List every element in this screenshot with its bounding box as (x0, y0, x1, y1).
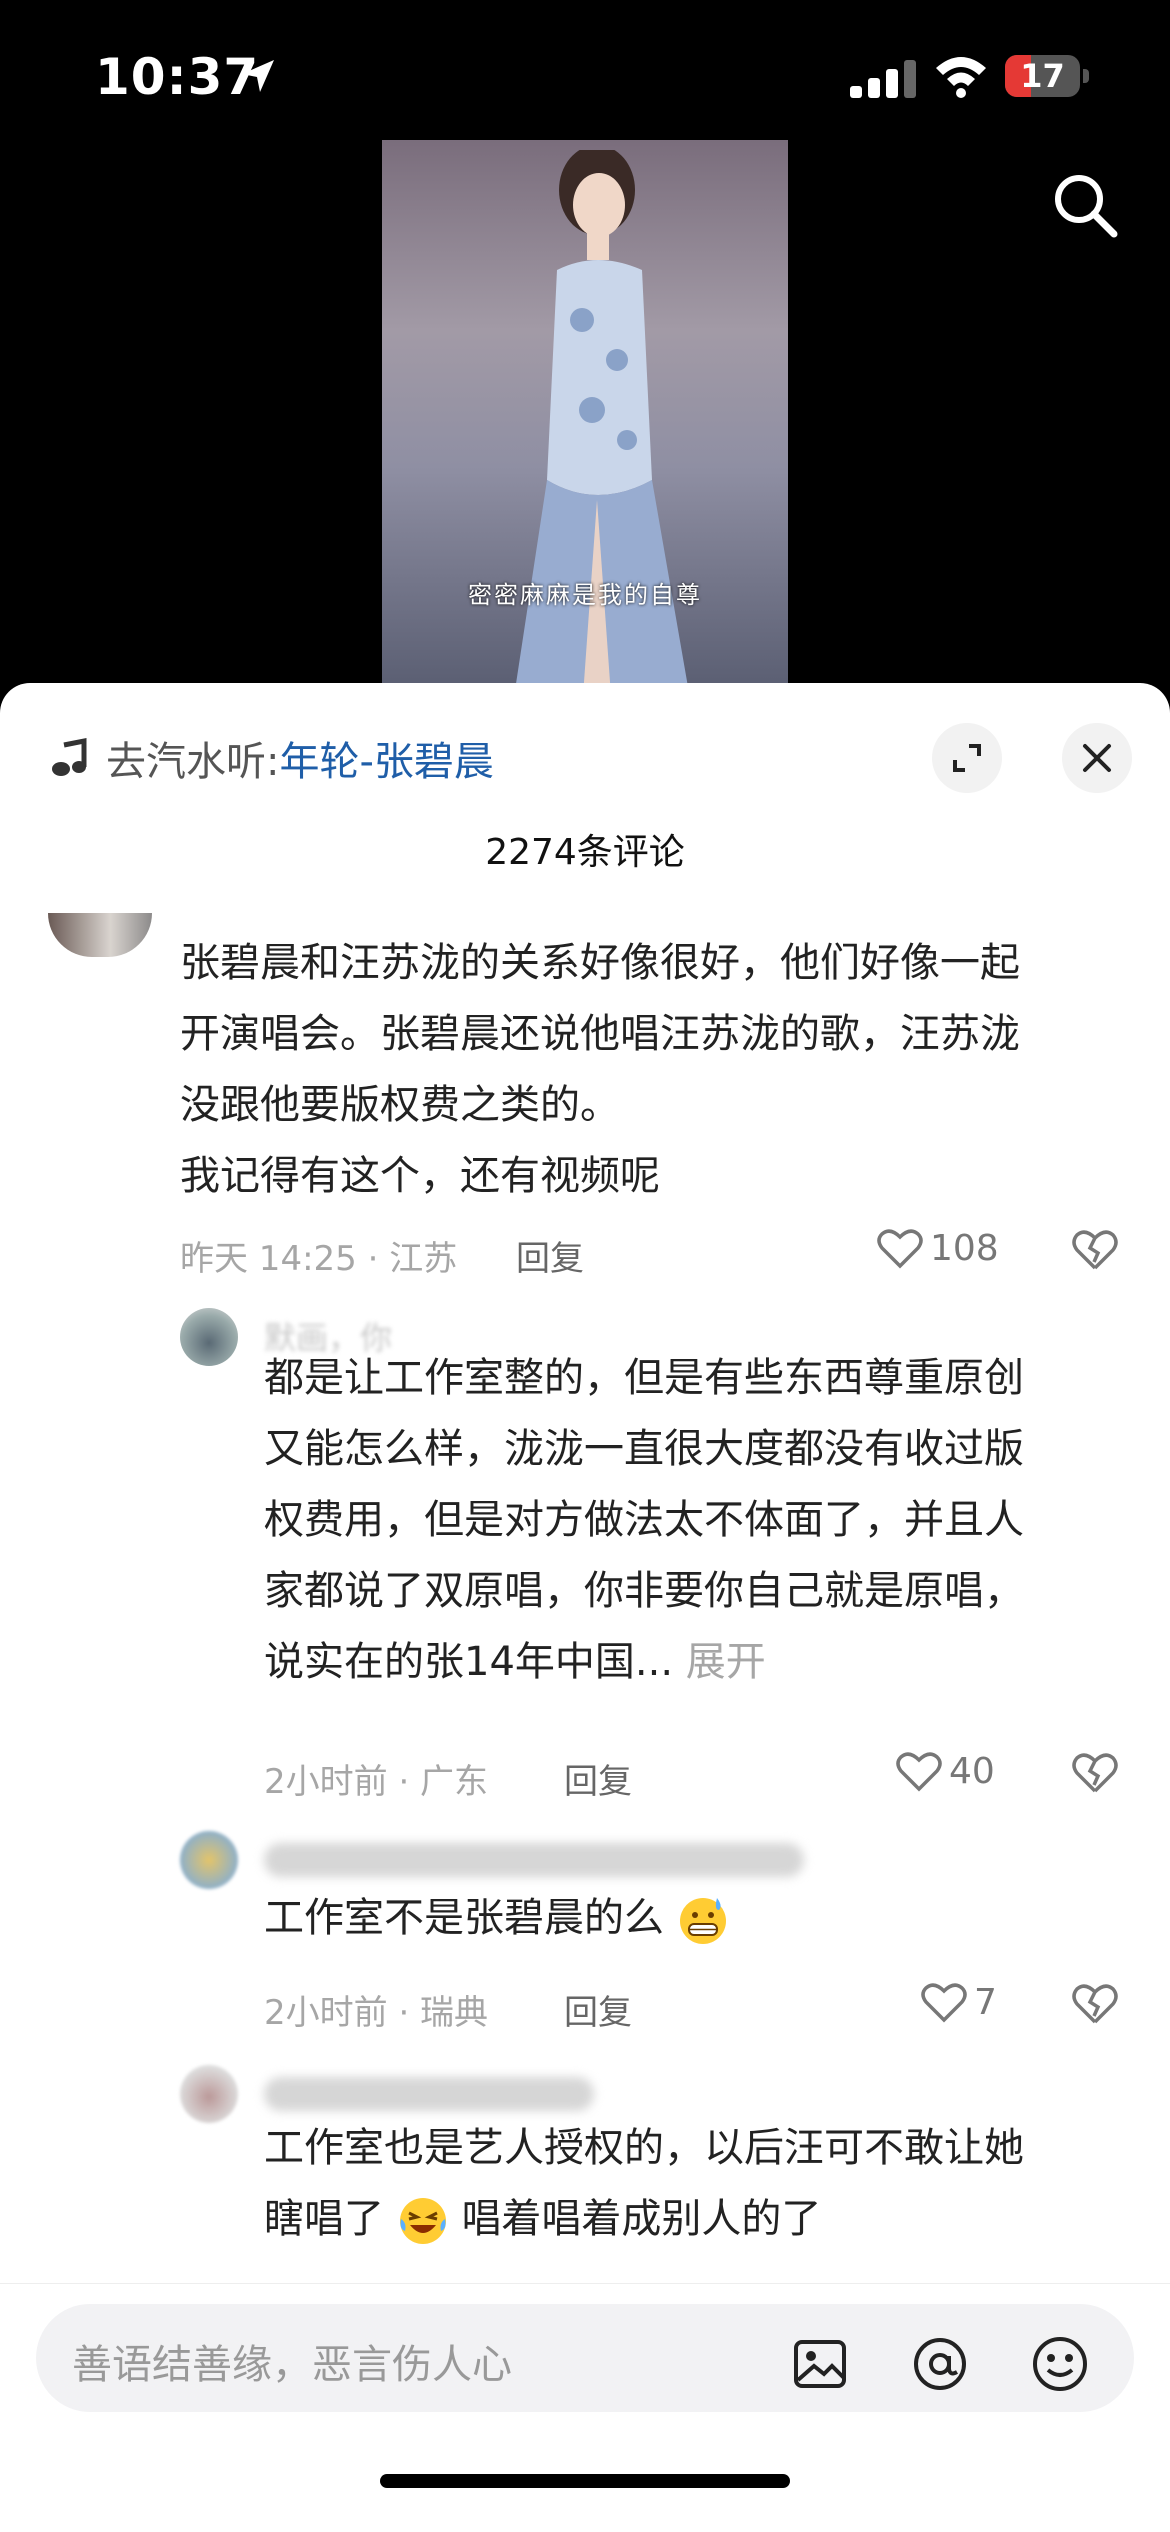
wifi-icon (936, 57, 986, 98)
expand-button[interactable] (932, 723, 1002, 793)
at-icon[interactable] (910, 2334, 970, 2394)
music-note-icon (52, 737, 87, 776)
like-button[interactable]: 40 (895, 1749, 995, 1793)
broken-heart-icon[interactable] (1070, 1749, 1120, 1795)
comment-input[interactable]: 善语结善缘，恶言伤人心 (36, 2304, 1134, 2412)
location-arrow-icon (242, 60, 274, 92)
like-count: 108 (930, 1227, 999, 1269)
commenter-name[interactable] (264, 2077, 594, 2111)
broken-heart-icon[interactable] (1070, 1226, 1120, 1272)
expand-more-link[interactable]: 展开 (686, 1639, 766, 1685)
video-player[interactable]: 密密麻麻是我的自尊 (382, 140, 788, 685)
cellular-signal-icon (850, 60, 916, 98)
commenter-name[interactable] (264, 1843, 804, 1877)
comment-meta: 昨天 14:25 · 江苏 (180, 1239, 458, 1279)
status-time: 10:37 (95, 48, 260, 106)
comment-input-bar: 善语结善缘，恶言伤人心 (0, 2283, 1170, 2532)
heart-icon (877, 1229, 923, 1269)
search-icon[interactable] (1050, 170, 1120, 240)
comment-input-placeholder: 善语结善缘，恶言伤人心 (72, 2342, 512, 2388)
comments-count: 2274条评论 (485, 832, 685, 873)
close-button[interactable] (1062, 723, 1132, 793)
reply-button[interactable]: 回复 (516, 1231, 584, 1280)
avatar[interactable] (48, 913, 152, 957)
music-song-title[interactable]: 年轮-张碧晨 (279, 729, 493, 787)
reply-button[interactable]: 回复 (564, 1985, 632, 2034)
comment-sheet: 去汽水听: 年轮-张碧晨 2274条评论 张碧晨和汪苏泷的关系好像很好，他们好像… (0, 683, 1170, 2532)
grimacing-sweat-emoji (679, 1898, 726, 1944)
status-bar: 10:37 17 (0, 0, 1170, 150)
comment-meta: 2小时前 · 瑞典 (264, 1993, 489, 2033)
battery-indicator: 17 (1005, 55, 1090, 99)
avatar[interactable] (180, 1831, 238, 1889)
music-prefix: 去汽水听: (106, 739, 280, 785)
like-count: 7 (974, 1981, 997, 2023)
emoji-icon[interactable] (1030, 2334, 1090, 2394)
reply-button[interactable]: 回复 (564, 1754, 632, 1803)
comment-meta: 2小时前 · 广东 (264, 1762, 489, 1802)
music-link[interactable]: 去汽水听: 年轮-张碧晨 (50, 728, 494, 788)
heart-icon (921, 1983, 967, 2023)
comment-body: 都是让工作室整的，但是有些东西尊重原创 又能怎么样，泷泷一直很大度都没有收过版 … (264, 1355, 1024, 1685)
video-subtitle: 密密麻麻是我的自尊 (468, 581, 702, 609)
comment-body: 工作室也是艺人授权的，以后汪可不敢让她 瞎唱了 唱着唱着成别人的了 (264, 2113, 1024, 2255)
like-button[interactable]: 108 (876, 1226, 999, 1270)
avatar[interactable] (180, 1308, 238, 1366)
avatar[interactable] (180, 2065, 238, 2123)
comment-body: 工作室不是张碧晨的么 (264, 1883, 729, 1954)
heart-icon (896, 1752, 942, 1792)
like-count: 40 (949, 1750, 995, 1792)
comment-body: 张碧晨和汪苏泷的关系好像很好，他们好像一起 开演唱会。张碧晨还说他唱汪苏泷的歌，… (180, 940, 1020, 1199)
broken-heart-icon[interactable] (1070, 1980, 1120, 2026)
close-icon (1083, 744, 1111, 772)
home-indicator (380, 2474, 790, 2488)
image-icon[interactable] (790, 2334, 850, 2394)
expand-icon (953, 744, 981, 772)
battery-level: 17 (1020, 57, 1065, 95)
like-button[interactable]: 7 (920, 1980, 997, 2024)
rolling-laughing-emoji (399, 2198, 446, 2244)
